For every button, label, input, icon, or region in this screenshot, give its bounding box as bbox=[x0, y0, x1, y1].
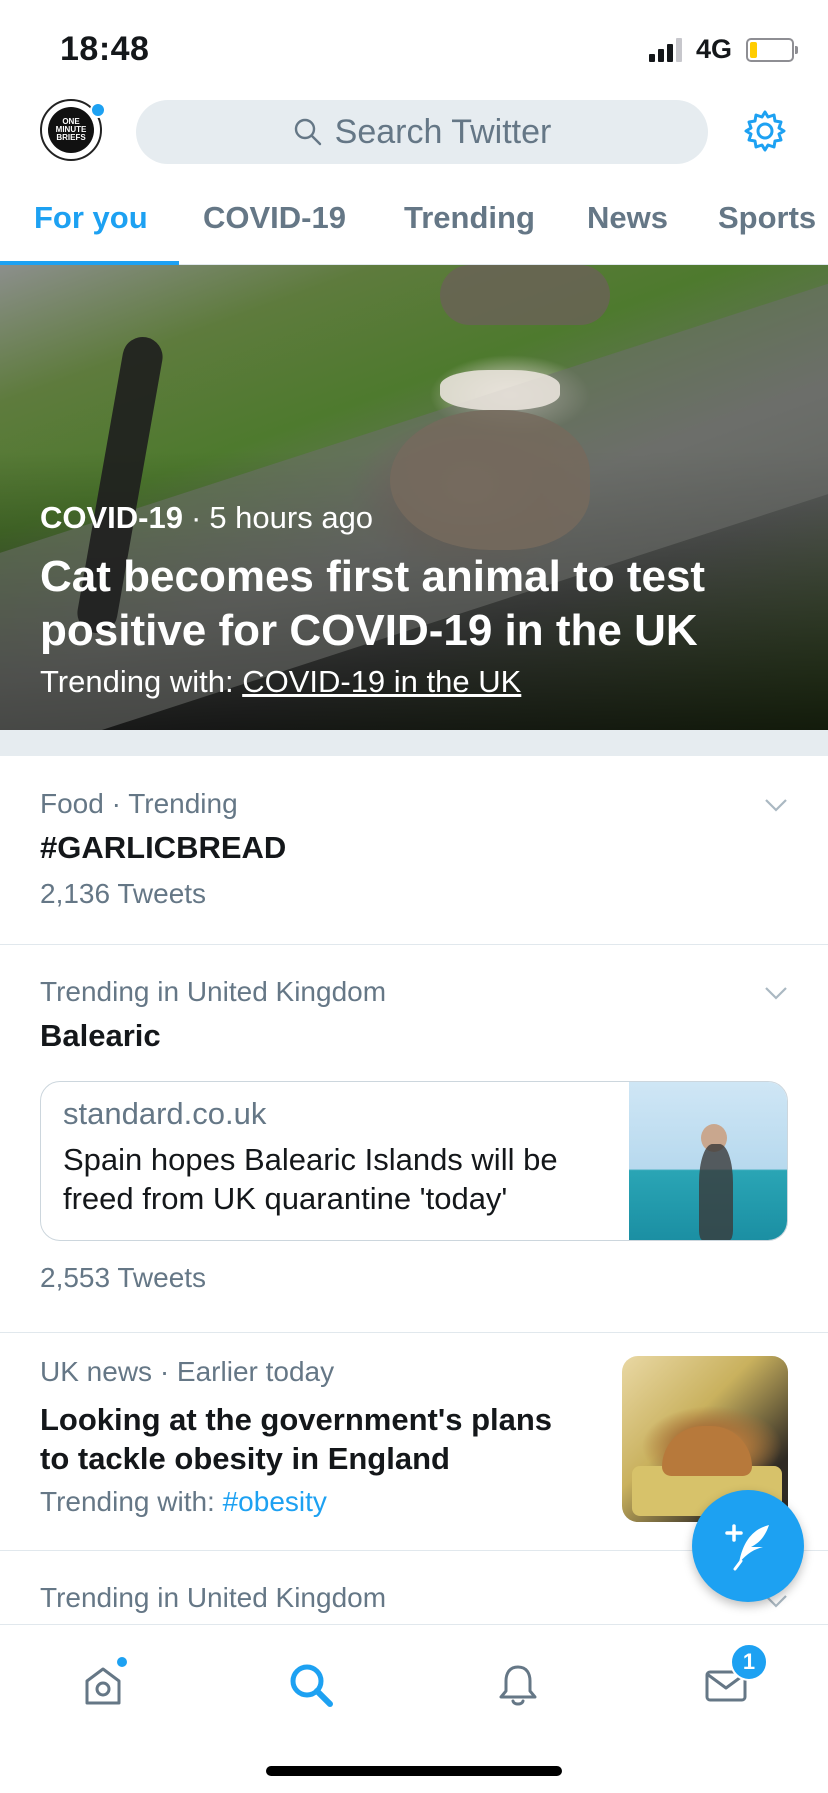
search-icon bbox=[290, 1664, 333, 1707]
hero-image-pipe bbox=[440, 265, 610, 325]
search-placeholder: Search Twitter bbox=[334, 112, 552, 151]
status-time: 18:48 bbox=[60, 30, 150, 68]
status-bar: 18:48 4G bbox=[0, 0, 828, 96]
trend-meta: Food · Trending bbox=[40, 788, 238, 819]
home-indicator bbox=[266, 1766, 562, 1776]
compose-feather-icon bbox=[725, 1524, 769, 1571]
network-type: 4G bbox=[695, 34, 732, 64]
link-card-domain: standard.co.uk bbox=[63, 1096, 267, 1131]
explore-tabs: For you COVID-19 Trending News Sports bbox=[0, 180, 828, 265]
link-card[interactable]: standard.co.uk Spain hopes Balearic Isla… bbox=[40, 1081, 788, 1241]
tab-trending[interactable]: Trending bbox=[404, 200, 535, 236]
hero-image-cat-white bbox=[440, 370, 560, 410]
trend-trending-prefix: Trending with: bbox=[40, 1486, 215, 1517]
trend-item-balearic[interactable]: Trending in United Kingdom Balearic stan… bbox=[0, 944, 828, 1333]
trend-headline: #GARLICBREAD bbox=[40, 830, 287, 865]
tab-for-you[interactable]: For you bbox=[34, 200, 148, 236]
hero-separator: · bbox=[190, 500, 202, 535]
nav-home[interactable] bbox=[73, 1655, 133, 1715]
cellular-signal-icon bbox=[648, 37, 682, 62]
avatar-logo-text: ONE MINUTE BRIEFS bbox=[48, 107, 94, 153]
link-card-title: Spain hopes Balearic Islands will be fre… bbox=[63, 1142, 558, 1216]
status-indicators: 4G bbox=[648, 34, 798, 65]
hero-text: COVID-19 · 5 hours ago Cat becomes first… bbox=[40, 500, 788, 700]
trend-meta: Trending in United Kingdom bbox=[40, 1582, 387, 1613]
link-card-thumbnail bbox=[629, 1082, 787, 1240]
search-bar[interactable]: Search Twitter bbox=[136, 100, 708, 164]
trend-headline: Balearic bbox=[40, 1018, 161, 1053]
chevron-down-icon[interactable] bbox=[764, 986, 788, 1000]
hero-time: 5 hours ago bbox=[209, 500, 374, 535]
section-divider bbox=[0, 730, 828, 756]
tab-news[interactable]: News bbox=[587, 200, 668, 236]
chevron-down-icon[interactable] bbox=[764, 798, 788, 812]
tab-covid-19[interactable]: COVID-19 bbox=[203, 200, 346, 236]
messages-badge: 1 bbox=[730, 1643, 768, 1681]
trend-meta: UK news · Earlier today bbox=[40, 1356, 335, 1387]
hero-trending-prefix: Trending with: bbox=[40, 664, 234, 699]
nav-notifications[interactable] bbox=[488, 1655, 548, 1715]
nav-messages[interactable]: 1 bbox=[696, 1643, 768, 1715]
trend-headline: Looking at the government's plans to tac… bbox=[40, 1402, 553, 1476]
home-icon bbox=[85, 1667, 121, 1705]
trend-trending-with: Trending with: #obesity bbox=[40, 1486, 327, 1518]
hero-category: COVID-19 bbox=[40, 500, 183, 535]
trend-tweet-count: 2,553 Tweets bbox=[40, 1262, 207, 1293]
compose-tweet-button[interactable] bbox=[692, 1490, 804, 1602]
trend-content: Trending in United Kingdom Balearic bbox=[40, 976, 386, 1054]
battery-icon bbox=[746, 37, 798, 62]
trend-tweet-count: 2,136 Tweets bbox=[40, 878, 207, 909]
hero-title: Cat becomes first animal to test positiv… bbox=[40, 552, 706, 655]
hero-trending-link[interactable]: COVID-19 in the UK bbox=[242, 664, 521, 699]
trend-item-garlicbread[interactable]: Food · Trending #GARLICBREAD 2,136 Tweet… bbox=[0, 756, 828, 945]
home-notification-dot bbox=[117, 1657, 127, 1667]
hero-meta: COVID-19 · 5 hours ago bbox=[40, 500, 788, 536]
trend-hashtag-link[interactable]: #obesity bbox=[223, 1486, 327, 1517]
hero-story[interactable]: COVID-19 · 5 hours ago Cat becomes first… bbox=[0, 265, 828, 730]
trend-meta: Trending in United Kingdom bbox=[40, 976, 387, 1007]
trend-content: Food · Trending #GARLICBREAD 2,136 Tweet… bbox=[40, 788, 286, 910]
avatar-notification-dot bbox=[90, 102, 106, 118]
tab-sports[interactable]: Sports bbox=[718, 200, 816, 236]
top-bar: ONE MINUTE BRIEFS Search Twitter bbox=[0, 96, 828, 172]
bell-icon bbox=[499, 1665, 537, 1706]
search-icon bbox=[294, 118, 321, 146]
hero-trending-with: Trending with: COVID-19 in the UK bbox=[40, 664, 788, 700]
nav-explore[interactable] bbox=[281, 1655, 341, 1715]
settings-gear-icon[interactable] bbox=[742, 108, 788, 154]
